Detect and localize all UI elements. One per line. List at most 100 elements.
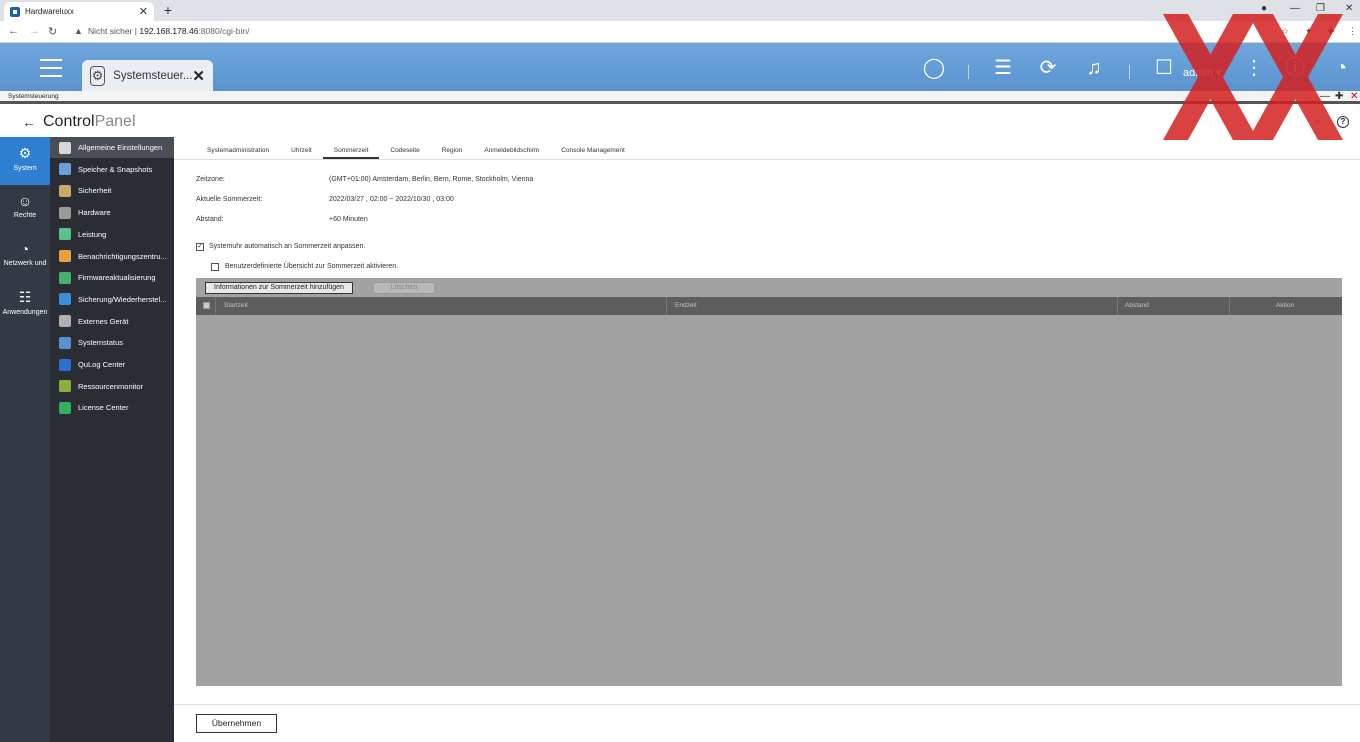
add-dst-button[interactable]: Informationen zur Sommerzeit hinzufügen xyxy=(205,282,353,294)
user-menu[interactable]: admin ▾ xyxy=(1183,66,1222,79)
menu-item[interactable]: Sicherung/Wiederherstel... xyxy=(50,289,174,310)
timezone-label: Zeitzone: xyxy=(196,176,225,183)
menu-item-label: Ressourcenmonitor xyxy=(78,381,144,391)
timezone-value: (GMT+01:00) Amsterdam, Berlin, Bern, Rom… xyxy=(329,176,534,183)
browser-tab[interactable]: Hardwareluxx ✕ xyxy=(4,2,154,21)
puzzle-icon[interactable]: ✚ xyxy=(1327,26,1335,37)
user-icon[interactable]: ☐ xyxy=(1152,57,1176,81)
rail-item-anwendungen[interactable]: ☷ Anwendungen xyxy=(0,281,50,329)
more-options-icon[interactable]: ⋮ xyxy=(1242,57,1266,81)
back-icon[interactable]: ← xyxy=(8,25,19,37)
auto-adjust-checkbox[interactable]: ✓ xyxy=(196,243,204,251)
reload-icon[interactable]: ↻ xyxy=(48,25,57,38)
menu-item-label: QuLog Center xyxy=(78,360,126,369)
table-header: Startzeit Endzeit Abstand Aktion xyxy=(196,297,1342,315)
page-title-bold: Control xyxy=(43,113,95,130)
menu-item[interactable]: QuLog Center xyxy=(50,354,174,375)
url-field[interactable]: Nicht sicher | 192.168.178.46:8080/cgi-b… xyxy=(88,26,249,36)
user-icon: ☺ xyxy=(17,193,33,209)
column-startzeit[interactable]: Startzeit xyxy=(224,302,248,309)
window-minimize-icon[interactable]: — xyxy=(1320,91,1330,102)
menu-item[interactable]: Speicher & Snapshots xyxy=(50,159,174,180)
main-menu-icon[interactable] xyxy=(40,59,62,77)
rail-item-system[interactable]: ⚙ System xyxy=(0,137,50,185)
menu-item[interactable]: Sicherheit xyxy=(50,180,174,201)
search-icon[interactable]: ⌕ xyxy=(1314,116,1320,129)
column-divider xyxy=(666,297,667,315)
warning-icon: ▲ xyxy=(74,26,83,36)
tab-item[interactable]: Anmeldebildschirm xyxy=(473,147,550,159)
menu-item[interactable]: Ressourcenmonitor xyxy=(50,376,174,397)
rail-label: Anwendungen xyxy=(2,309,48,316)
apply-button[interactable]: Übernehmen xyxy=(196,714,277,733)
menu-item[interactable]: Allgemeine Einstellungen xyxy=(50,137,174,158)
tab-item[interactable]: Sommerzeit xyxy=(322,147,380,159)
close-icon[interactable]: ✕ xyxy=(192,67,205,85)
close-tab-icon[interactable]: ✕ xyxy=(139,5,148,18)
rail-item-rechte[interactable]: ☺ Rechte xyxy=(0,185,50,233)
rail-label: System xyxy=(13,165,37,172)
tab-bar: Systemadministration Uhrzeit Sommerzeit Cod… xyxy=(196,147,636,159)
sync-icon[interactable]: ⟳ xyxy=(1036,57,1060,81)
close-window-icon[interactable]: ✕ xyxy=(1345,3,1353,14)
custom-dst-checkbox[interactable] xyxy=(211,263,219,271)
extension-icon[interactable]: ✦ xyxy=(1305,26,1313,37)
window-close-icon[interactable]: ✕ xyxy=(1350,91,1358,102)
tab-item[interactable]: Uhrzeit xyxy=(280,147,323,159)
minimize-icon[interactable]: — xyxy=(1290,3,1300,14)
menu-item[interactable]: Externes Gerät xyxy=(50,311,174,332)
menu-item[interactable]: Systemstatus xyxy=(50,332,174,353)
settings-menu: Allgemeine Einstellungen Speicher & Snaps… xyxy=(50,137,174,742)
main-content: Systemadministration Uhrzeit Sommerzeit Cod… xyxy=(174,137,1360,742)
menu-item[interactable]: Firmwareaktualisierung xyxy=(50,267,174,288)
profile-icon[interactable]: ● xyxy=(1261,3,1267,14)
menu-item-label: Systemstatus xyxy=(78,338,124,348)
gear-icon: ⚙ xyxy=(18,145,32,161)
window-maximize-icon[interactable]: ✚ xyxy=(1335,91,1343,102)
tab-item[interactable]: Codeseite xyxy=(379,147,430,159)
menu-item-label: Leistung xyxy=(78,229,107,239)
menu-item-icon xyxy=(59,141,71,154)
menu-item-icon xyxy=(59,206,71,219)
menu-item[interactable]: Hardware xyxy=(50,202,174,223)
column-abstand[interactable]: Abstand xyxy=(1125,302,1149,309)
menu-item[interactable]: License Center xyxy=(50,397,174,418)
menu-item-icon xyxy=(59,293,71,306)
menu-item[interactable]: Benachrichtigungszentru... xyxy=(50,246,174,267)
info-icon[interactable]: ⓘ xyxy=(1283,57,1307,81)
page-title: ControlPanel xyxy=(43,113,136,131)
menu-item-label: License Center xyxy=(78,403,129,413)
controlpanel-header: ← ControlPanel ⌕ ? xyxy=(0,107,1360,137)
browser-menu-icon[interactable]: ⋮ xyxy=(1348,26,1357,37)
notification-bell-icon[interactable]: ♫ xyxy=(1082,57,1106,81)
gear-icon: ⚙ xyxy=(90,65,106,86)
delete-button[interactable]: Löschen xyxy=(373,282,435,294)
qts-topbar: ⚙ Systemsteuer... ✕ ◯ ☰ ⟳ ♫ ☐ admin ▾ ⋮ … xyxy=(0,43,1360,91)
rail-label: Rechte xyxy=(13,212,37,219)
divider xyxy=(968,65,969,79)
rail-item-netzwerk[interactable]: ◔ Netzwerk und xyxy=(0,233,50,281)
restore-icon[interactable]: ❐ xyxy=(1316,3,1325,14)
select-all-checkbox[interactable] xyxy=(203,302,210,309)
security-label: Nicht sicher xyxy=(88,26,133,36)
new-tab-icon[interactable]: + xyxy=(160,2,176,18)
tab-item[interactable]: Systemadministration xyxy=(196,147,280,159)
bookmark-star-icon[interactable]: ☆ xyxy=(1281,26,1289,37)
forward-icon[interactable]: → xyxy=(29,25,40,37)
menu-item[interactable]: Leistung xyxy=(50,224,174,245)
dashboard-icon[interactable]: ◔ xyxy=(1329,57,1353,81)
column-divider xyxy=(1229,297,1230,315)
help-icon[interactable]: ? xyxy=(1337,116,1349,128)
page-title-light: Panel xyxy=(94,113,136,130)
menu-item-label: Firmwareaktualisierung xyxy=(78,273,156,283)
tab-item[interactable]: Console Management xyxy=(550,147,636,159)
column-endzeit[interactable]: Endzeit xyxy=(675,302,697,309)
search-icon[interactable]: ◯ xyxy=(922,57,946,81)
back-arrow-icon[interactable]: ← xyxy=(22,114,36,130)
window-title: Systemsteuerung xyxy=(8,93,59,100)
app-tab-label: Systemsteuer... xyxy=(113,69,193,82)
background-tasks-icon[interactable]: ☰ xyxy=(991,57,1015,81)
tab-item[interactable]: Region xyxy=(431,147,474,159)
auto-adjust-label: Systemuhr automatisch an Sommerzeit anpa… xyxy=(209,243,366,250)
app-tab-systemsteuerung[interactable]: ⚙ Systemsteuer... ✕ xyxy=(82,60,213,91)
